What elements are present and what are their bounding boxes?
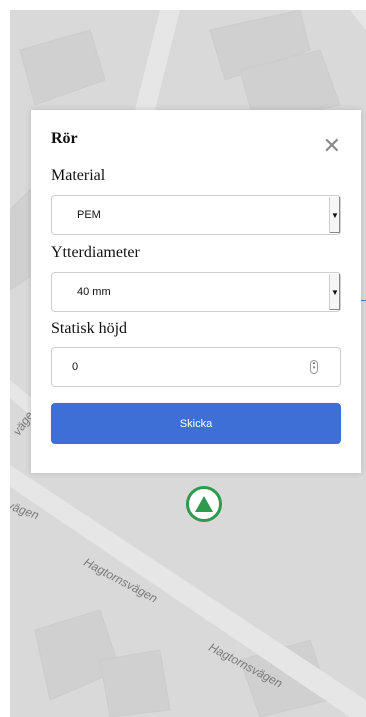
material-label: Material — [51, 167, 106, 184]
height-input[interactable]: 0 ▴ ▾ — [51, 347, 341, 387]
diameter-select[interactable]: 40 mm ▼ — [51, 272, 341, 312]
location-marker[interactable] — [186, 486, 222, 522]
diameter-value: 40 mm — [77, 286, 111, 298]
chevron-down-icon[interactable]: ▼ — [329, 197, 340, 233]
height-value: 0 — [72, 361, 79, 373]
close-icon[interactable]: ✕ — [323, 136, 341, 158]
material-value: PEM — [77, 209, 101, 221]
height-label: Statisk höjd — [51, 320, 128, 337]
dialog-title: Rör — [51, 130, 78, 147]
submit-button[interactable]: Skicka — [51, 403, 341, 444]
stepper-icon[interactable]: ▴ ▾ — [310, 360, 318, 374]
diameter-label: Ytterdiameter — [51, 244, 140, 261]
chevron-down-icon[interactable]: ▼ — [329, 274, 340, 310]
triangle-up-icon — [195, 496, 213, 512]
map-edge-line — [361, 300, 366, 301]
material-select[interactable]: PEM ▼ — [51, 195, 341, 235]
pipe-dialog: Rör ✕ Material PEM ▼ Ytterdiameter 40 mm… — [31, 110, 361, 473]
